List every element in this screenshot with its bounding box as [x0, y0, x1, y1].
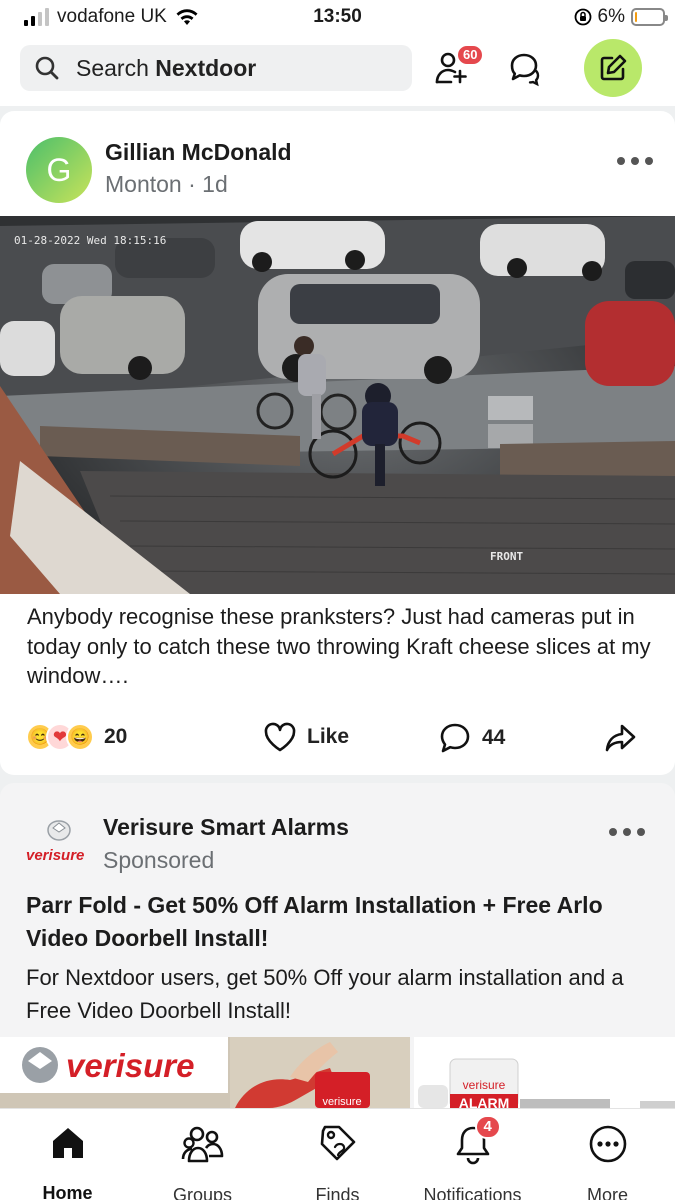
ad-body: For Nextdoor users, get 50% Off your ala… — [26, 965, 624, 1023]
avatar[interactable]: G — [26, 137, 92, 203]
post-photo[interactable]: 01-28-2022 Wed 18:15:16 FRONT — [0, 216, 675, 594]
tag-icon — [320, 1125, 355, 1161]
messages-button[interactable] — [502, 46, 546, 90]
post-body: Anybody recognise these pranksters? Just… — [27, 604, 651, 688]
post-author[interactable]: Gillian McDonald — [105, 139, 292, 166]
status-bar: vodafone UK 13:50 6% — [0, 0, 675, 34]
sponsored-label: Sponsored — [103, 847, 215, 873]
nav-home-label: Home — [42, 1183, 93, 1200]
top-header: Search Nextdoor 60 — [0, 34, 675, 106]
meta-separator: · — [188, 171, 203, 197]
search-icon — [35, 56, 59, 80]
like-button[interactable]: Like — [263, 721, 349, 753]
nav-groups[interactable]: Groups — [135, 1109, 270, 1200]
verisure-logo-icon — [47, 820, 71, 841]
post-age: 1d — [202, 171, 228, 197]
ad-image: verisure verisure verisure ALARM — [0, 1037, 675, 1108]
compose-post-button[interactable] — [584, 39, 642, 97]
nav-more[interactable]: More — [540, 1109, 675, 1200]
battery-icon — [631, 8, 668, 26]
ad-title[interactable]: Parr Fold - Get 50% Off Alarm Installati… — [26, 889, 646, 955]
orientation-lock-icon — [574, 8, 591, 26]
post-more-button[interactable] — [617, 157, 653, 165]
invite-neighbours-button[interactable]: 60 — [430, 44, 485, 90]
share-icon — [605, 724, 636, 752]
advertiser-logo[interactable]: verisure — [26, 819, 92, 869]
nav-groups-label: Groups — [172, 1185, 233, 1200]
more-icon — [589, 1125, 626, 1163]
product-word: verisure — [463, 1078, 506, 1092]
comment-icon — [440, 723, 470, 753]
comments-count: 44 — [482, 726, 506, 749]
cctv-camera-label: FRONT — [490, 550, 523, 563]
nav-finds[interactable]: Finds — [270, 1109, 405, 1200]
post-neighbourhood[interactable]: Monton — [105, 171, 182, 197]
nav-finds-label: Finds — [315, 1185, 360, 1200]
cctv-timestamp: 01-28-2022 Wed 18:15:16 — [14, 234, 166, 247]
ad-carousel[interactable]: verisure verisure verisure ALARM — [0, 1037, 675, 1108]
search-bar[interactable]: Search Nextdoor — [20, 45, 412, 91]
advertiser-name[interactable]: Verisure Smart Alarms — [103, 814, 349, 841]
groups-icon — [181, 1126, 223, 1163]
share-button[interactable] — [603, 721, 637, 755]
notifications-badge: 4 — [474, 1115, 501, 1139]
banner-word: verisure — [66, 1047, 194, 1084]
cctv-image: 01-28-2022 Wed 18:15:16 FRONT — [0, 216, 675, 594]
reaction-emojis: 😊 ❤ 😄 — [26, 723, 94, 751]
reactions-summary[interactable]: 😊 ❤ 😄 20 — [26, 723, 127, 751]
home-icon — [52, 1128, 83, 1158]
post-actions: 😊 ❤ 😄 20 Like 44 — [0, 711, 675, 765]
sign-word: verisure — [322, 1096, 361, 1108]
advertiser-logo-word: verisure — [26, 847, 85, 864]
bottom-nav: Home Groups Finds 4 Notifications More — [0, 1108, 675, 1200]
laugh-emoji-icon: 😄 — [66, 723, 94, 751]
comment-button[interactable]: 44 — [438, 721, 505, 755]
like-label: Like — [307, 725, 350, 748]
nav-home[interactable]: Home — [0, 1109, 135, 1200]
nav-more-label: More — [586, 1185, 628, 1200]
reactions-count: 20 — [104, 725, 128, 748]
messages-icon — [510, 53, 540, 87]
compose-icon — [600, 54, 627, 81]
nav-notifications[interactable]: 4 Notifications — [405, 1109, 540, 1200]
nav-notifications-label: Notifications — [423, 1185, 522, 1200]
sponsored-card[interactable]: verisure Verisure Smart Alarms Sponsored… — [0, 783, 675, 1108]
search-placeholder: Search Nextdoor — [76, 54, 257, 81]
product-alarm-word: ALARM — [459, 1095, 510, 1108]
battery-percent: 6% — [597, 6, 625, 27]
ad-more-button[interactable] — [609, 828, 645, 836]
heart-icon — [264, 722, 296, 752]
invite-badge: 60 — [456, 44, 485, 66]
post-meta: Monton · 1d — [105, 171, 228, 198]
post-card[interactable]: G Gillian McDonald Monton · 1d 01-28-202… — [0, 111, 675, 775]
